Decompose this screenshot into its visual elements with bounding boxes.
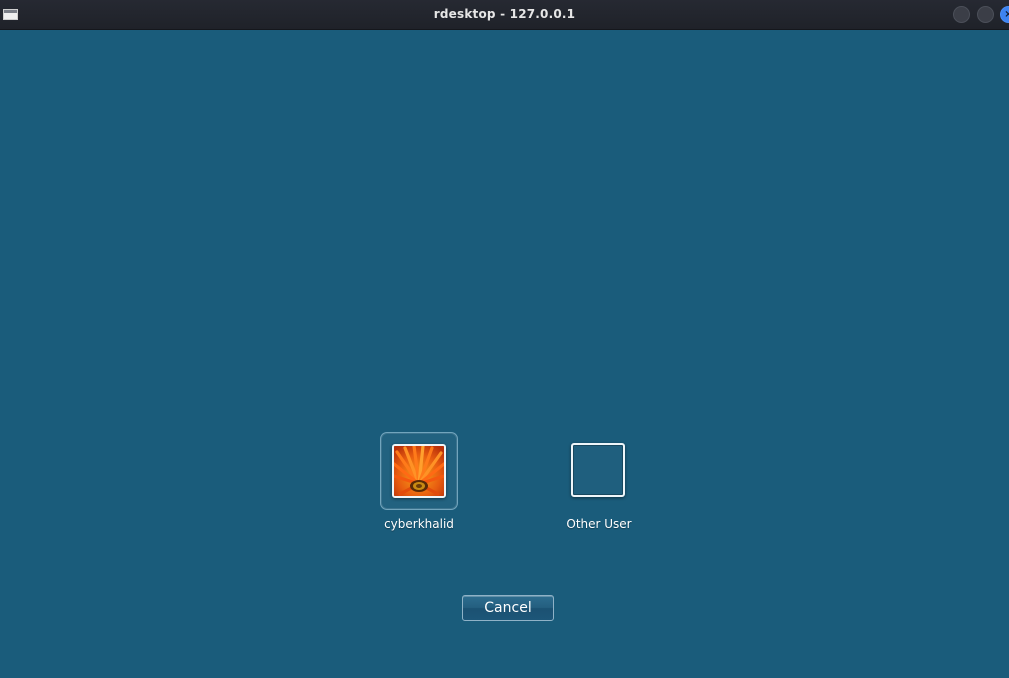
- minimize-button[interactable]: [953, 6, 970, 23]
- user-tile-cyberkhalid[interactable]: cyberkhalid: [364, 432, 474, 531]
- user-avatar[interactable]: [392, 444, 446, 498]
- user-name-label: Other User: [566, 517, 632, 531]
- maximize-button[interactable]: [977, 6, 994, 23]
- user-tile-selection-frame: [380, 432, 458, 510]
- cancel-button[interactable]: Cancel: [462, 595, 554, 621]
- rdesktop-window: rdesktop - 127.0.0.1 × cyberkhalid Other…: [0, 0, 1009, 678]
- flower-picture-icon: [394, 446, 444, 496]
- user-tile-other-user[interactable]: Other User: [544, 432, 654, 531]
- title-bar[interactable]: rdesktop - 127.0.0.1 ×: [0, 0, 1009, 30]
- user-name-label: cyberkhalid: [384, 517, 454, 531]
- windows-login-screen: cyberkhalid Other User Cancel: [0, 30, 1009, 678]
- blank-user-avatar[interactable]: [571, 443, 625, 497]
- window-title: rdesktop - 127.0.0.1: [433, 7, 576, 21]
- user-tile-frame: [560, 432, 638, 510]
